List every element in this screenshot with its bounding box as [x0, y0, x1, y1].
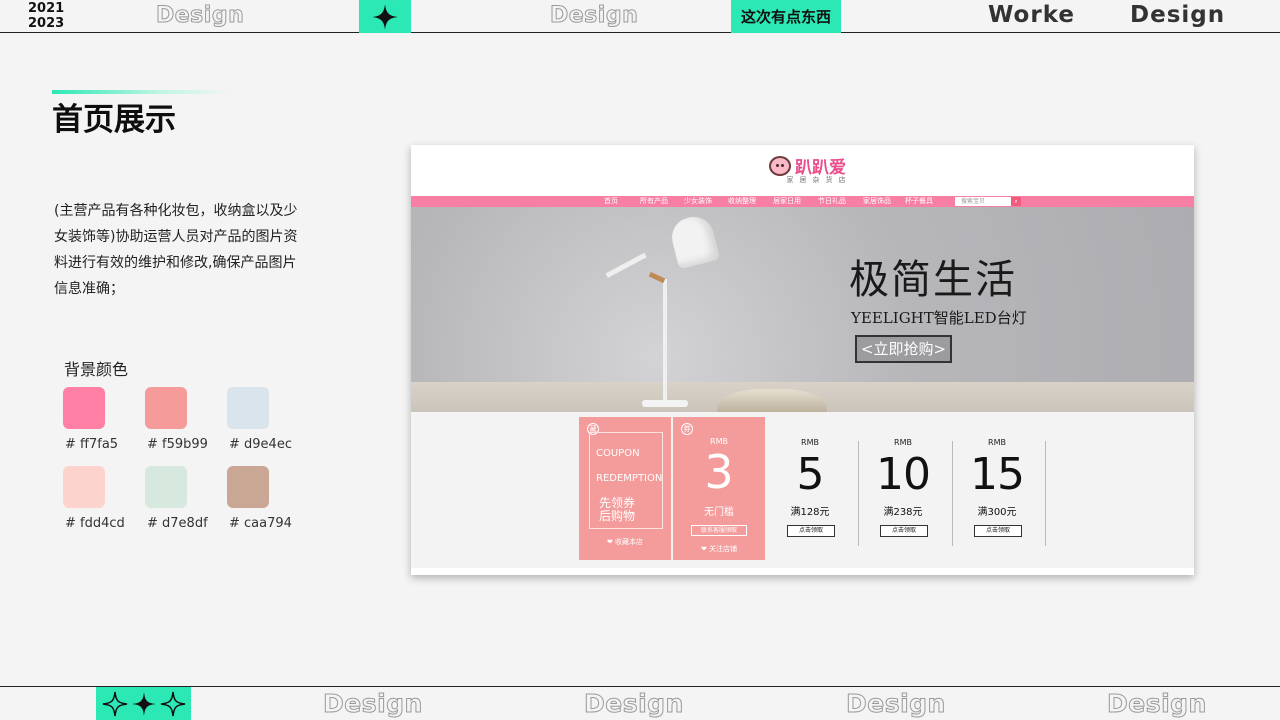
nav-item-girl-decor[interactable]: 少女装饰 [684, 196, 712, 207]
footer-design-outline: Design [584, 689, 684, 719]
bottom-bar: Design Design Design Design [0, 686, 1280, 720]
cat-face-icon [769, 155, 791, 176]
voucher-card: RMB 10 满238元 点击领取 [858, 417, 948, 560]
coupon-amount: 3 [704, 445, 734, 499]
voucher-card: RMB 15 满300元 点击领取 [952, 417, 1042, 560]
top-bar: 2021 2023 Design Design 这次有点东西 Worke Des… [0, 0, 1280, 33]
coupon-word: COUPON [596, 448, 640, 459]
nav-item-gifts[interactable]: 节日礼品 [818, 196, 846, 207]
shop-logo-subtitle: 家居杂货店 [786, 176, 852, 184]
voucher-amount: 15 [970, 449, 1025, 500]
swatch-label: # d7e8df [147, 516, 208, 531]
voucher-amount: 10 [876, 449, 931, 500]
nav-item-home[interactable]: 首页 [604, 196, 618, 207]
three-sparkle-stars-icon [102, 691, 185, 717]
color-swatch-fdd4cd [63, 466, 105, 508]
voucher-currency: RMB [988, 438, 1006, 447]
voucher-condition: 满300元 [977, 507, 1017, 518]
follow-shop-link[interactable]: ❤ 关注店铺 [673, 544, 765, 554]
search-icon[interactable]: ⌕ [1011, 197, 1021, 206]
voucher-currency: RMB [801, 438, 819, 447]
nav-item-home-decor[interactable]: 家居饰品 [863, 196, 891, 207]
coupon-card-3[interactable]: 券 RMB 3 无门槛 联系客服领取 ❤ 关注店铺 [673, 417, 765, 560]
footer-design-outline: Design [1107, 689, 1207, 719]
nav-item-daily[interactable]: 居家日用 [773, 196, 801, 207]
header-design-outline-2: Design [549, 3, 639, 29]
voucher-divider [1045, 441, 1046, 546]
coupon-section: 藏 COUPON REDEMPTION 先领券 后购物 ❤ 收藏本店 券 RMB… [411, 412, 1194, 575]
swatch-label: # fdd4cd [65, 516, 125, 531]
palette-title: 背景颜色 [64, 360, 129, 379]
nav-item-storage[interactable]: 收纳整理 [728, 196, 756, 207]
four-point-star-icon [372, 3, 398, 30]
header-tag: 这次有点东西 [731, 0, 841, 33]
desk-lamp-icon [667, 212, 721, 270]
swatch-label: # f59b99 [147, 437, 208, 452]
nav-item-all-products[interactable]: 所有产品 [640, 196, 668, 207]
mockup-bottom-strip [411, 568, 1194, 575]
footer-design-outline: Design [846, 689, 946, 719]
lamp-arm [605, 252, 647, 278]
year-end: 2023 [28, 16, 65, 31]
footer-design-outline: Design [323, 689, 423, 719]
buy-now-button[interactable]: <立即抢购> [855, 335, 952, 363]
voucher-badge: 券 [681, 423, 693, 435]
page-title: 首页展示 [52, 102, 176, 138]
contact-service-button[interactable]: 联系客服领取 [691, 525, 747, 536]
redemption-word: REDEMPTION [596, 473, 663, 484]
color-swatch-caa794 [227, 466, 269, 508]
year-range: 2021 2023 [28, 1, 64, 31]
coupon-condition: 无门槛 [704, 507, 734, 518]
header-design-outline-1: Design [155, 3, 245, 29]
lamp-joint [648, 271, 666, 284]
voucher-card: RMB 5 满128元 点击领取 [765, 417, 855, 560]
claim-voucher-button[interactable]: 点击领取 [787, 525, 835, 537]
swatch-label: # ff7fa5 [65, 437, 119, 452]
header-brand-design: Design [1130, 2, 1226, 28]
header-star-block [359, 0, 411, 33]
slogan-line-2: 后购物 [599, 509, 636, 523]
shop-nav-bar: 首页 所有产品 少女装饰 收纳整理 居家日用 节日礼品 家居饰品 杯子餐具 搜索… [411, 196, 1194, 207]
voucher-end-divider-wrap [1045, 417, 1049, 560]
coupon-slogan: 先领券 后购物 [599, 497, 659, 523]
color-swatch-d9e4ec [227, 387, 269, 429]
swatch-label: # d9e4ec [229, 437, 292, 452]
color-swatch-f59b99 [145, 387, 187, 429]
swatch-label: # caa794 [229, 516, 292, 531]
banner-subtitle: YEELIGHT智能LED台灯 [851, 309, 1027, 327]
color-swatch-d7e8df [145, 466, 187, 508]
lamp-base [642, 400, 688, 407]
homepage-mockup: 趴趴爱 家居杂货店 首页 所有产品 少女装饰 收纳整理 居家日用 节日礼品 家居… [411, 145, 1194, 575]
lamp-pole [663, 279, 667, 404]
color-swatch-ff7fa5 [63, 387, 105, 429]
hero-banner[interactable]: 极简生活 YEELIGHT智能LED台灯 <立即抢购> [411, 207, 1194, 415]
favorite-shop-link[interactable]: ❤ 收藏本店 [579, 537, 671, 547]
shop-search-input[interactable]: 搜索宝贝 [955, 197, 1011, 206]
nav-item-cups[interactable]: 杯子餐具 [905, 196, 933, 207]
header-brand-worke: Worke [988, 2, 1075, 28]
voucher-condition: 满128元 [790, 507, 830, 518]
voucher-condition: 满238元 [883, 507, 923, 518]
footer-star-block [96, 687, 191, 720]
voucher-amount: 5 [796, 449, 825, 500]
banner-title: 极简生活 [849, 257, 1017, 303]
claim-voucher-button[interactable]: 点击领取 [974, 525, 1022, 537]
page-description: (主营产品有各种化妆包，收纳盒以及少女装饰等)协助运营人员对产品的图片资料进行有… [54, 203, 298, 297]
claim-voucher-button[interactable]: 点击领取 [880, 525, 928, 537]
coupon-redemption-card[interactable]: 藏 COUPON REDEMPTION 先领券 后购物 ❤ 收藏本店 [579, 417, 671, 560]
year-start: 2021 [28, 1, 65, 16]
voucher-currency: RMB [894, 438, 912, 447]
